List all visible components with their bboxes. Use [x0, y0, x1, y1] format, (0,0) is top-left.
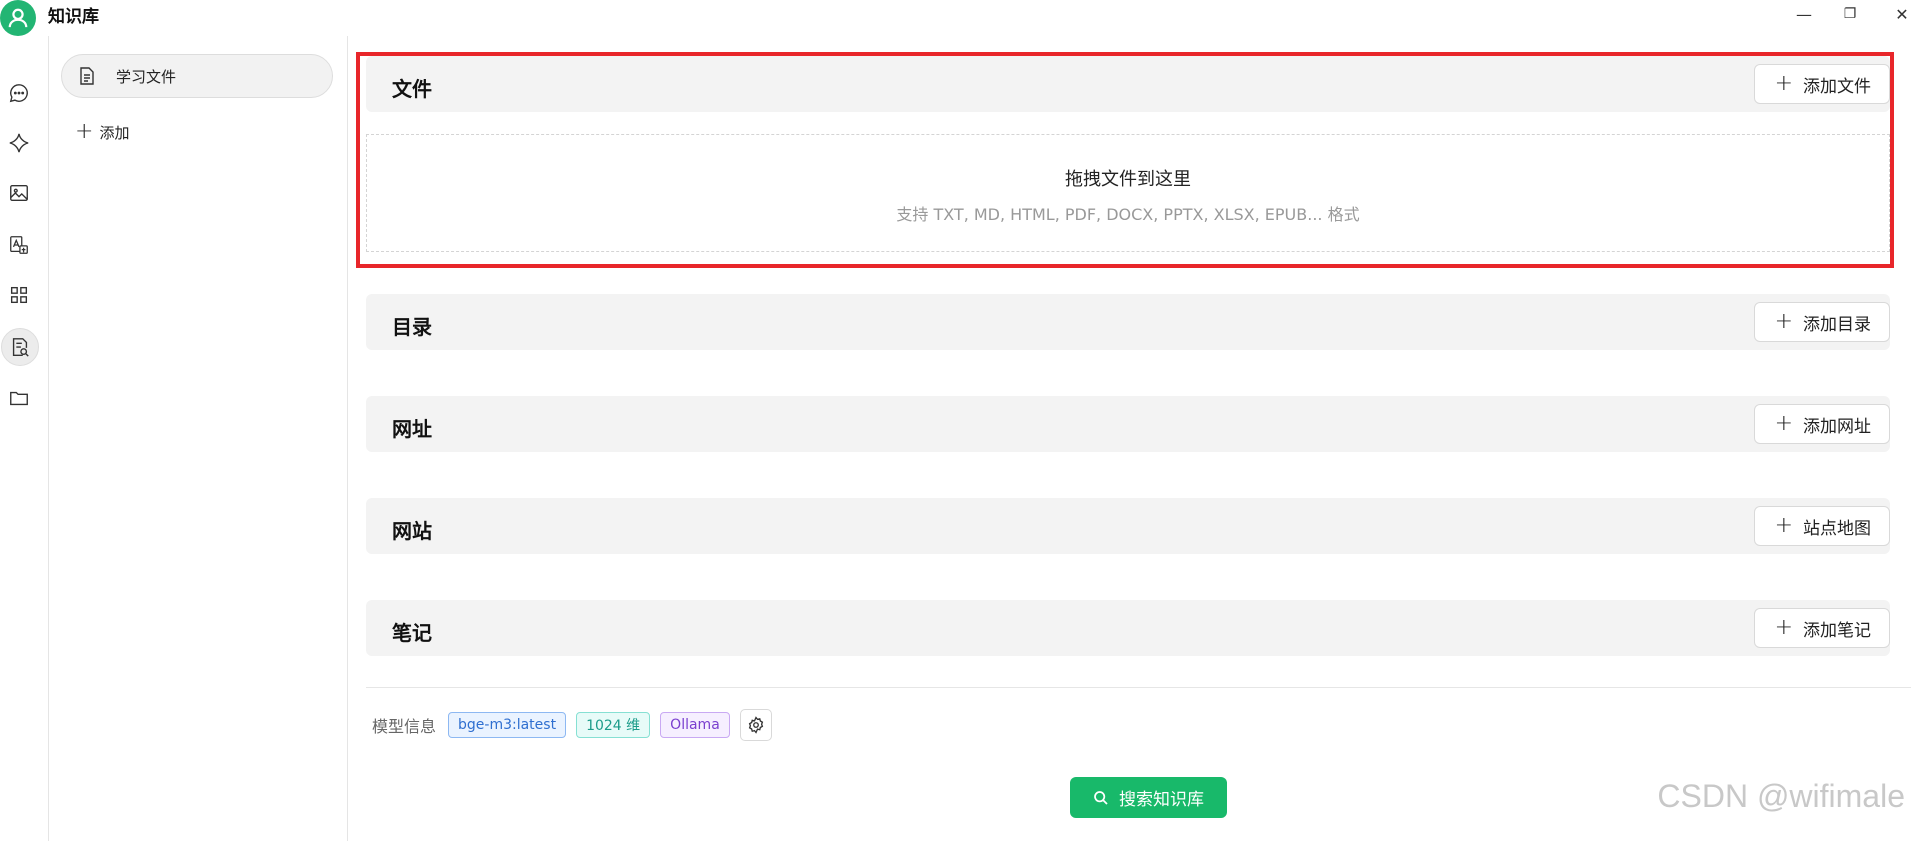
- plus-icon: +: [1774, 615, 1793, 640]
- section-header: 文件 + 添加文件: [366, 56, 1890, 112]
- section-title: 网址: [392, 417, 432, 441]
- section-url: 网址 + 添加网址: [366, 396, 1890, 452]
- rail-item-translate[interactable]: [2, 228, 36, 262]
- sitemap-button[interactable]: + 站点地图: [1753, 506, 1890, 546]
- app-title: 知识库: [48, 7, 99, 27]
- section-files: 文件 + 添加文件: [366, 56, 1890, 112]
- nav-rail: [0, 36, 49, 841]
- rail-item-images[interactable]: [2, 176, 36, 210]
- minimize-button[interactable]: —: [1790, 2, 1818, 26]
- chat-bubble-icon: [9, 84, 28, 103]
- section-header: 笔记 + 添加笔记: [366, 600, 1890, 656]
- sparkle-icon: [9, 133, 29, 153]
- rail-item-agents[interactable]: [2, 126, 36, 160]
- add-kb-label: 添加: [99, 123, 130, 142]
- document-icon: [78, 67, 96, 85]
- section-title: 目录: [392, 315, 432, 339]
- user-avatar[interactable]: [0, 0, 36, 36]
- plus-icon: +: [1774, 411, 1793, 436]
- section-header: 网址 + 添加网址: [366, 396, 1890, 452]
- translate-icon: [10, 236, 28, 254]
- rail-item-knowledge[interactable]: [1, 328, 39, 366]
- knowledge-search-icon: [12, 338, 29, 357]
- dropzone-hint: 支持 TXT, MD, HTML, PDF, DOCX, PPTX, XLSX,…: [896, 205, 1360, 224]
- model-info-label: 模型信息: [372, 717, 437, 736]
- kb-item-study-files[interactable]: 学习文件: [61, 54, 333, 98]
- section-title: 文件: [392, 77, 432, 101]
- rail-item-apps[interactable]: [2, 278, 36, 312]
- section-header: 目录 + 添加目录: [366, 294, 1890, 350]
- kb-item-label: 学习文件: [116, 67, 177, 86]
- rail-item-files[interactable]: [2, 381, 36, 415]
- section-website: 网站 + 站点地图: [366, 498, 1890, 554]
- model-name-tag: bge-m3:latest: [448, 712, 567, 738]
- section-header: 网站 + 站点地图: [366, 498, 1890, 554]
- dimensions-tag: 1024 维: [576, 712, 651, 738]
- watermark: CSDN @wifimale: [1657, 778, 1905, 814]
- gear-icon: [748, 716, 763, 734]
- section-title: 笔记: [392, 621, 432, 645]
- add-kb-button[interactable]: + 添加: [75, 121, 129, 143]
- model-settings-button[interactable]: [739, 709, 772, 741]
- plus-icon: +: [1774, 309, 1793, 334]
- search-kb-button[interactable]: 搜索知识库: [1070, 777, 1227, 818]
- search-icon: [1094, 790, 1108, 805]
- apps-grid-icon: [10, 286, 28, 304]
- rail-item-chat[interactable]: [2, 76, 36, 110]
- add-directory-button[interactable]: + 添加目录: [1753, 302, 1890, 342]
- kb-list-panel: 学习文件 + 添加: [49, 36, 348, 841]
- section-notes: 笔记 + 添加笔记: [366, 600, 1890, 656]
- section-directory: 目录 + 添加目录: [366, 294, 1890, 350]
- add-note-button[interactable]: + 添加笔记: [1753, 608, 1890, 648]
- user-icon: [8, 8, 28, 28]
- dropzone-title: 拖拽文件到这里: [1065, 169, 1191, 190]
- title-bar: 知识库 — ❐ ✕: [0, 0, 1911, 36]
- restore-button[interactable]: ❐: [1836, 2, 1864, 26]
- add-url-button[interactable]: + 添加网址: [1753, 404, 1890, 444]
- provider-tag: Ollama: [660, 712, 730, 738]
- folder-icon: [10, 391, 28, 406]
- add-file-button[interactable]: + 添加文件: [1753, 64, 1890, 104]
- plus-icon: +: [1774, 513, 1793, 538]
- divider: [366, 687, 1911, 688]
- section-title: 网站: [392, 519, 432, 543]
- model-info-bar: 模型信息 bge-m3:latest 1024 维 Ollama: [372, 709, 772, 741]
- plus-icon: +: [75, 119, 94, 144]
- file-dropzone[interactable]: 拖拽文件到这里 支持 TXT, MD, HTML, PDF, DOCX, PPT…: [366, 134, 1890, 252]
- image-icon: [10, 184, 28, 202]
- main-content: 文件 + 添加文件 拖拽文件到这里 支持 TXT, MD, HTML, PDF,…: [348, 36, 1911, 841]
- plus-icon: +: [1774, 71, 1793, 96]
- close-button[interactable]: ✕: [1888, 2, 1911, 26]
